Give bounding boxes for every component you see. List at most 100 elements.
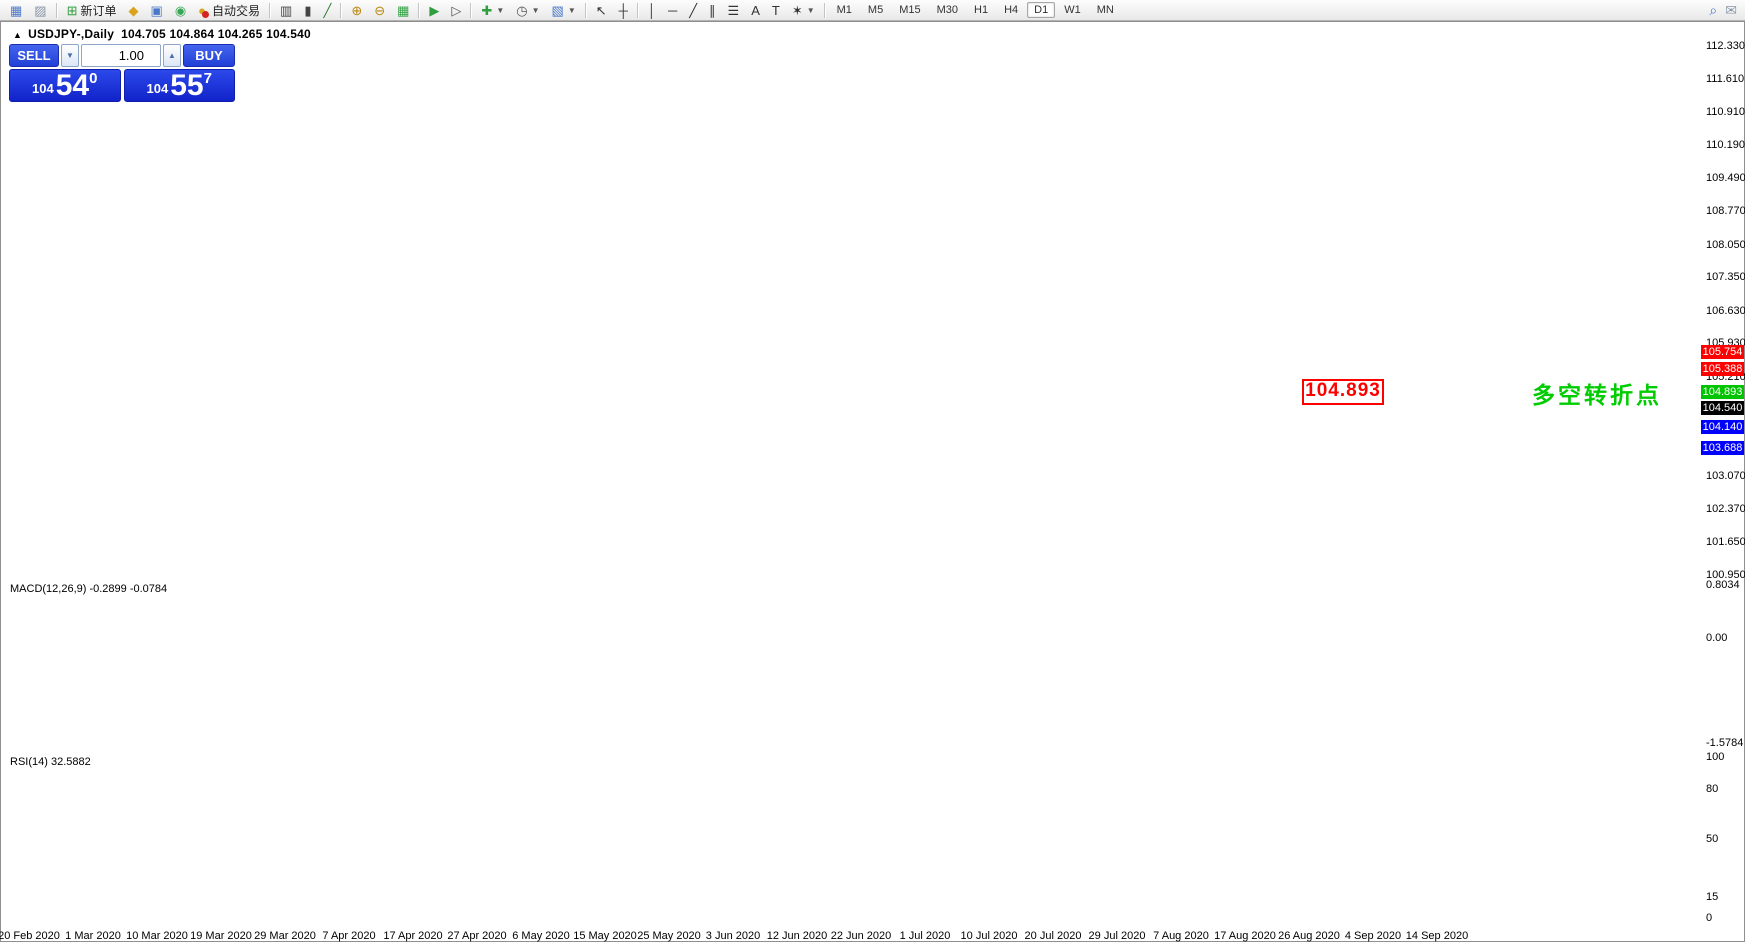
chart-ohlc-values: 104.705 104.864 104.265 104.540 — [121, 27, 311, 41]
toolbar-separator — [637, 3, 639, 18]
chat-icon[interactable]: ✉ — [1725, 3, 1737, 17]
timeframe-m5-button[interactable]: M5 — [861, 2, 890, 18]
arrows-icon: ✶ — [792, 4, 803, 17]
trendline-button[interactable]: ╱ — [684, 0, 702, 20]
autotrading-status-dot — [202, 11, 209, 18]
timeframe-m1-button[interactable]: M1 — [830, 2, 859, 18]
one-click-trading-panel: SELL ▼ 1.00 ▲ BUY 104 54 0 104 55 7 — [9, 44, 235, 102]
toolbar-separator — [418, 3, 420, 18]
arrows-button[interactable]: ✶▼ — [787, 0, 820, 20]
candlestick-chart-button[interactable]: ▮ — [299, 0, 316, 20]
fibonacci-icon: ☰ — [728, 4, 740, 17]
new-order-button[interactable]: ⊞新订单 — [62, 0, 122, 20]
candlestick-chart-icon: ▮ — [304, 4, 311, 17]
signals-button[interactable]: ◉ — [170, 0, 191, 20]
sell-price-big: 54 — [56, 73, 89, 99]
crosshair-button[interactable]: ┼ — [614, 0, 633, 20]
horizontal-line-button[interactable]: ─ — [663, 0, 682, 20]
text-button[interactable]: A — [746, 0, 765, 20]
bar-chart-icon: ▥ — [280, 4, 292, 17]
buy-price-tile[interactable]: 104 55 7 — [124, 69, 236, 102]
toolbar-separator — [470, 3, 472, 18]
chart-title: ▲ USDJPY-,Daily 104.705 104.864 104.265 1… — [13, 27, 311, 41]
new-chart-icon: ▦ — [10, 4, 22, 17]
periods-button[interactable]: ◷▼ — [511, 0, 544, 20]
templates-button[interactable]: ▧▼ — [547, 0, 581, 20]
dropdown-arrow-icon: ▼ — [532, 6, 540, 15]
text-icon: A — [751, 4, 760, 17]
templates-icon: ▧ — [552, 4, 564, 17]
volume-decrease-button[interactable]: ▼ — [61, 44, 79, 67]
toolbar-separator — [340, 3, 342, 18]
autotrading-label: 自动交易 — [212, 2, 260, 19]
metaeditor-icon: ◆ — [129, 4, 139, 17]
fibonacci-button[interactable]: ☰ — [723, 0, 745, 20]
sell-price-base: 104 — [32, 81, 54, 96]
new-chart-button[interactable]: ▦ — [5, 0, 27, 20]
cursor-icon: ↖ — [596, 4, 607, 17]
line-chart-icon: ╱ — [323, 4, 331, 17]
sell-price-sup: 0 — [89, 70, 97, 87]
periods-icon: ◷ — [516, 4, 527, 17]
chart-shift-button[interactable]: ▷ — [446, 0, 466, 20]
new-order-icon: ⊞ — [67, 4, 78, 17]
cursor-button[interactable]: ↖ — [591, 0, 612, 20]
line-chart-button[interactable]: ╱ — [318, 0, 336, 20]
text-label-icon: T — [772, 4, 780, 17]
timeframe-h4-button[interactable]: H4 — [997, 2, 1025, 18]
chart-collapse-toggle-icon[interactable]: ▲ — [13, 30, 22, 40]
timeframe-h1-button[interactable]: H1 — [967, 2, 995, 18]
buy-button[interactable]: BUY — [183, 44, 235, 67]
chart-window: ▲ USDJPY-,Daily 104.705 104.864 104.265 1… — [0, 21, 1745, 942]
zoom-in-icon: ⊕ — [351, 4, 362, 17]
toolbar-separator — [269, 3, 271, 18]
timeframe-d1-button[interactable]: D1 — [1027, 2, 1055, 18]
tile-windows-button[interactable]: ▦ — [392, 0, 414, 20]
crosshair-icon: ┼ — [619, 4, 628, 17]
dropdown-arrow-icon: ▼ — [496, 6, 504, 15]
search-icon[interactable]: ⌕ — [1709, 3, 1717, 17]
bar-chart-button[interactable]: ▥ — [275, 0, 297, 20]
auto-scroll-button[interactable]: ▶ — [424, 0, 444, 20]
timeframe-m30-button[interactable]: M30 — [930, 2, 965, 18]
main-toolbar: ▦▨⊞新订单◆▣◉●自动交易▥▮╱⊕⊖▦▶▷✚▼◷▼▧▼↖┼│─╱∥☰AT✶▼M… — [0, 0, 1745, 21]
profiles-icon: ▨ — [34, 4, 46, 17]
zoom-in-button[interactable]: ⊕ — [346, 0, 367, 20]
toolbar-separator — [824, 3, 826, 18]
signals-icon: ◉ — [175, 4, 186, 17]
trendline-icon: ╱ — [689, 4, 697, 17]
zoom-out-button[interactable]: ⊖ — [369, 0, 390, 20]
sell-price-tile[interactable]: 104 54 0 — [9, 69, 121, 102]
text-label-button[interactable]: T — [767, 0, 785, 20]
sell-button[interactable]: SELL — [9, 44, 59, 67]
channel-button[interactable]: ∥ — [704, 0, 721, 20]
dropdown-arrow-icon: ▼ — [807, 6, 815, 15]
toolbar-separator — [56, 3, 58, 18]
zoom-out-icon: ⊖ — [374, 4, 385, 17]
volume-increase-button[interactable]: ▲ — [163, 44, 181, 67]
auto-scroll-icon: ▶ — [429, 4, 439, 17]
profiles-button[interactable]: ▨ — [29, 0, 51, 20]
chart-symbol-label: USDJPY-,Daily — [28, 27, 114, 41]
volume-input[interactable]: 1.00 — [81, 44, 161, 67]
expert-advisors-icon: ▣ — [151, 4, 163, 17]
buy-price-sup: 7 — [204, 70, 212, 87]
vertical-line-button[interactable]: │ — [643, 0, 661, 20]
buy-price-base: 104 — [147, 81, 169, 96]
timeframe-mn-button[interactable]: MN — [1090, 2, 1121, 18]
timeframe-w1-button[interactable]: W1 — [1057, 2, 1088, 18]
toolbar-separator — [585, 3, 587, 18]
indicators-button[interactable]: ✚▼ — [476, 0, 509, 20]
chart-shift-icon: ▷ — [451, 4, 461, 17]
dropdown-arrow-icon: ▼ — [568, 6, 576, 15]
channel-icon: ∥ — [709, 4, 716, 17]
new-order-label: 新订单 — [81, 2, 117, 19]
timeframe-m15-button[interactable]: M15 — [892, 2, 927, 18]
expert-advisors-button[interactable]: ▣ — [146, 0, 168, 20]
buy-price-big: 55 — [170, 73, 203, 99]
autotrading-button[interactable]: ●自动交易 — [193, 0, 265, 20]
tile-windows-icon: ▦ — [397, 4, 409, 17]
horizontal-line-icon: ─ — [668, 4, 677, 17]
metaeditor-button[interactable]: ◆ — [124, 0, 144, 20]
indicators-icon: ✚ — [481, 4, 492, 17]
